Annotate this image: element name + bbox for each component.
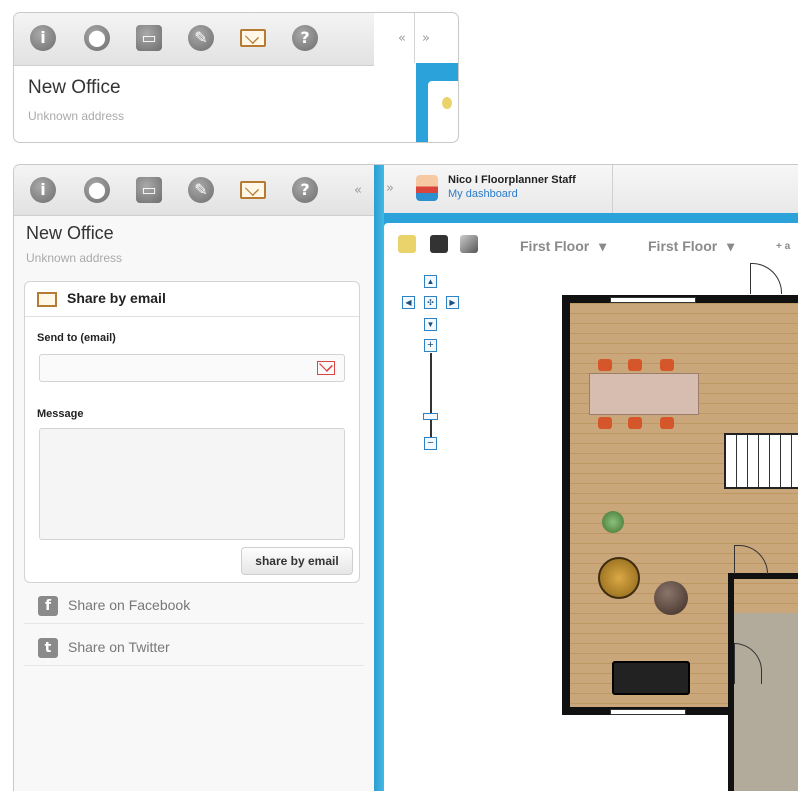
- user-name: Nico I Floorplanner Staff: [448, 174, 576, 186]
- collapse-right-button[interactable]: »: [386, 181, 394, 196]
- gmail-icon[interactable]: [317, 361, 335, 375]
- user-bar-divider: [612, 165, 613, 213]
- dining-chair: [628, 417, 642, 429]
- plant: [602, 511, 624, 533]
- send-to-label: Send to (email): [37, 332, 116, 344]
- zoom-in-button[interactable]: +: [424, 339, 437, 352]
- collapsed-panel-preview: i ⬤ ▭ ✎ ? « » New Office Unknown address: [13, 12, 459, 143]
- email-icon[interactable]: [240, 181, 266, 199]
- add-floor-button[interactable]: + a: [776, 241, 790, 252]
- floor-selector-1[interactable]: First Floor ▾: [520, 238, 606, 255]
- help-icon[interactable]: ?: [292, 25, 318, 51]
- tile-floor: [734, 613, 798, 791]
- message-label: Message: [37, 408, 84, 420]
- wall-left: [562, 295, 570, 715]
- chevron-down-icon: ▾: [599, 238, 607, 254]
- zoom-handle[interactable]: [423, 413, 438, 420]
- share-email-header: Share by email: [25, 282, 359, 317]
- edit-icon[interactable]: [460, 235, 478, 253]
- paint-icon[interactable]: ✎: [188, 25, 214, 51]
- help-icon[interactable]: ?: [292, 177, 318, 203]
- collapse-left-button[interactable]: «: [354, 183, 362, 198]
- collapse-right-button[interactable]: »: [422, 31, 430, 46]
- pan-center-button[interactable]: ✣: [424, 296, 437, 309]
- message-field[interactable]: [39, 428, 345, 540]
- dining-chair: [660, 417, 674, 429]
- email-icon[interactable]: [240, 29, 266, 47]
- canvas-border: First Floor ▾ First Floor ▾ + a ▲ ◀ ✣ ▶ …: [384, 213, 798, 791]
- project-address: Unknown address: [26, 251, 123, 265]
- share-by-email-card: Share by email Send to (email) Message s…: [24, 281, 360, 583]
- dining-chair: [628, 359, 642, 371]
- floor-selector-1-label: First Floor: [520, 238, 590, 254]
- panel-toolbar: i ⬤ ▭ ✎ ? «: [14, 165, 374, 216]
- canvas-preview: [428, 81, 458, 142]
- share-twitter-label: Share on Twitter: [68, 639, 170, 655]
- dining-chair: [598, 417, 612, 429]
- pan-up-button[interactable]: ▲: [424, 275, 437, 288]
- armchair-icon[interactable]: ⬤: [84, 25, 110, 51]
- round-stool: [654, 581, 688, 615]
- share-by-email-button[interactable]: share by email: [241, 547, 353, 575]
- project-title: New Office: [26, 223, 114, 243]
- email-field[interactable]: [39, 354, 345, 382]
- panel-toolbar: i ⬤ ▭ ✎ ? « »: [14, 13, 430, 66]
- window-bottom: [610, 709, 686, 715]
- sofa: [612, 661, 690, 695]
- add-item-icon[interactable]: [398, 235, 416, 253]
- toolbar-divider: [414, 13, 415, 63]
- share-email-title: Share by email: [67, 290, 166, 306]
- chevron-down-icon: ▾: [727, 238, 735, 254]
- facebook-icon: f: [38, 596, 58, 616]
- staircase: [724, 433, 798, 489]
- pan-left-button[interactable]: ◀: [402, 296, 415, 309]
- photo-icon[interactable]: ▭: [136, 177, 162, 203]
- armchair: [598, 557, 640, 599]
- armchair-icon[interactable]: ⬤: [84, 177, 110, 203]
- paint-icon[interactable]: ✎: [188, 177, 214, 203]
- floor-selector-2-label: First Floor: [648, 238, 718, 254]
- zoom-slider[interactable]: [430, 353, 432, 437]
- floorplanner-window: New Office Unknown address Share by emai…: [13, 164, 798, 791]
- twitter-icon: t: [38, 638, 58, 658]
- zoom-out-button[interactable]: −: [424, 437, 437, 450]
- info-icon[interactable]: i: [30, 25, 56, 51]
- my-dashboard-link[interactable]: My dashboard: [448, 188, 518, 200]
- floor-selector-2[interactable]: First Floor ▾: [648, 238, 734, 255]
- share-panel: New Office Unknown address Share by emai…: [14, 215, 374, 791]
- save-icon[interactable]: [430, 235, 448, 253]
- collapse-left-button[interactable]: «: [398, 31, 406, 46]
- pan-down-button[interactable]: ▼: [424, 318, 437, 331]
- door-top: [750, 263, 782, 294]
- window-top: [610, 297, 696, 303]
- dining-chair: [660, 359, 674, 371]
- panel-divider: [374, 165, 384, 791]
- pan-right-button[interactable]: ▶: [446, 296, 459, 309]
- dining-chair: [598, 359, 612, 371]
- email-icon: [37, 292, 57, 307]
- project-address: Unknown address: [28, 109, 125, 123]
- floorplan-canvas[interactable]: First Floor ▾ First Floor ▾ + a ▲ ◀ ✣ ▶ …: [384, 223, 798, 791]
- add-item-icon: [442, 97, 452, 109]
- project-title: New Office: [28, 77, 121, 98]
- share-twitter-row[interactable]: t Share on Twitter: [24, 629, 364, 666]
- photo-icon[interactable]: ▭: [136, 25, 162, 51]
- share-facebook-label: Share on Facebook: [68, 597, 191, 613]
- user-bar: » Nico I Floorplanner Staff My dashboard: [384, 165, 798, 214]
- info-icon[interactable]: i: [30, 177, 56, 203]
- avatar[interactable]: [416, 175, 438, 201]
- share-facebook-row[interactable]: f Share on Facebook: [24, 587, 364, 624]
- dining-table: [589, 373, 699, 415]
